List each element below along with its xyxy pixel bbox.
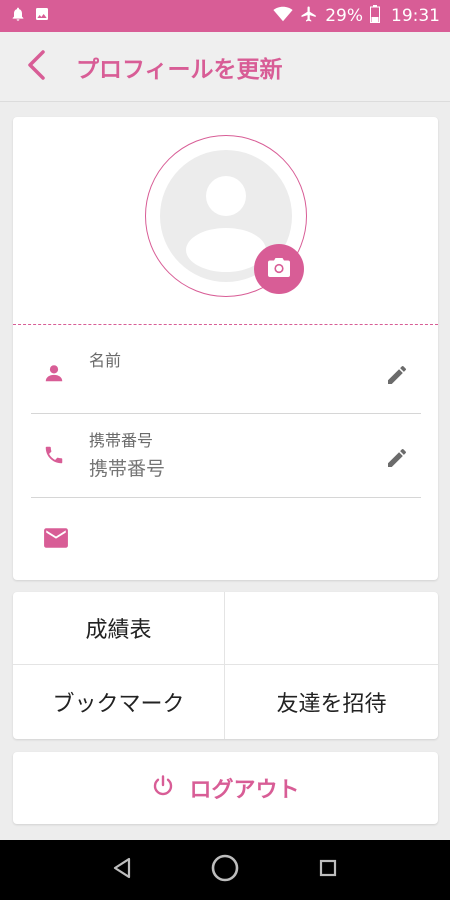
menu-card: 成績表 ブックマーク 友達を招待 bbox=[13, 592, 438, 739]
airplane-icon bbox=[300, 5, 318, 28]
system-nav-bar bbox=[0, 840, 450, 900]
pencil-icon bbox=[385, 365, 409, 391]
home-circle-icon bbox=[210, 853, 240, 887]
bookmark-button[interactable]: ブックマーク bbox=[13, 665, 225, 739]
menu-empty-cell bbox=[225, 592, 438, 665]
phone-label: 携帯番号 bbox=[89, 431, 154, 450]
notification-bell-icon bbox=[10, 6, 26, 26]
name-label: 名前 bbox=[89, 351, 122, 370]
status-bar: 29% 19:31 bbox=[0, 0, 450, 32]
wifi-icon bbox=[273, 6, 293, 27]
battery-icon bbox=[370, 4, 380, 28]
page-title: プロフィールを更新 bbox=[76, 56, 283, 83]
clock: 19:31 bbox=[391, 6, 440, 26]
report-card-button[interactable]: 成績表 bbox=[13, 592, 225, 665]
invite-friends-button[interactable]: 友達を招待 bbox=[225, 665, 438, 739]
nav-back-button[interactable] bbox=[92, 840, 152, 900]
back-triangle-icon bbox=[112, 857, 132, 883]
avatar-section bbox=[13, 117, 438, 325]
image-icon bbox=[34, 6, 50, 26]
phone-icon bbox=[43, 444, 65, 470]
edit-name-button[interactable] bbox=[385, 363, 409, 391]
logout-label: ログアウト bbox=[189, 778, 300, 803]
phone-field-row[interactable]: 携帯番号 携帯番号 bbox=[31, 422, 421, 498]
nav-home-button[interactable] bbox=[195, 840, 255, 900]
pencil-icon bbox=[385, 448, 409, 474]
camera-icon bbox=[267, 256, 291, 282]
person-icon bbox=[43, 362, 65, 388]
app-bar: プロフィールを更新 bbox=[0, 32, 450, 102]
power-icon bbox=[151, 774, 175, 802]
chevron-left-icon bbox=[23, 49, 49, 85]
edit-phone-button[interactable] bbox=[385, 446, 409, 474]
battery-percent: 29% bbox=[325, 6, 363, 26]
change-photo-button[interactable] bbox=[254, 244, 304, 294]
profile-card: 名前 携帯番号 携帯番号 bbox=[13, 117, 438, 580]
phone-field[interactable]: 携帯番号 bbox=[89, 454, 165, 481]
nav-recents-button[interactable] bbox=[298, 840, 358, 900]
name-field-row[interactable]: 名前 bbox=[31, 342, 421, 414]
email-field-row[interactable] bbox=[31, 515, 421, 563]
logout-button[interactable]: ログアウト bbox=[13, 752, 438, 824]
mail-icon bbox=[43, 527, 69, 553]
back-button[interactable] bbox=[0, 32, 72, 102]
recents-square-icon bbox=[318, 858, 338, 882]
